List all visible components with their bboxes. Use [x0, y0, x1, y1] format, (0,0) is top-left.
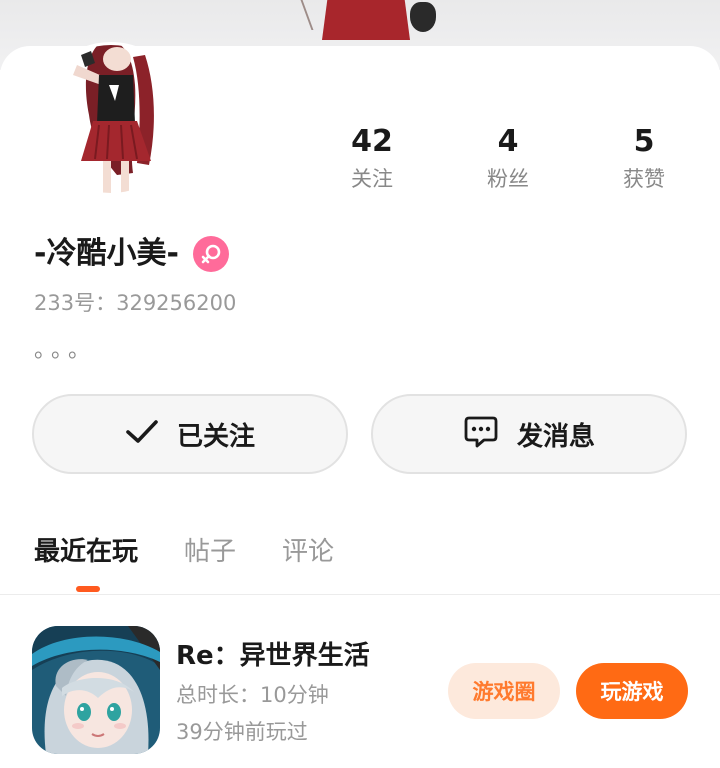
follow-button-label: 已关注 [176, 421, 255, 452]
game-title: Re：异世界生活 [176, 641, 370, 671]
tab-recently-played[interactable]: 最近在玩 [34, 532, 138, 572]
check-icon [125, 419, 159, 449]
profile-tabs: 最近在玩 帖子 评论 [34, 532, 380, 572]
game-list-item[interactable]: Re：异世界生活 总时长：10分钟 39分钟前玩过 游戏圈 玩游戏 [32, 626, 692, 756]
banner-figure-skirt [322, 0, 410, 40]
stat-following-label: 关注 [351, 167, 393, 191]
stat-following[interactable]: 42 关注 [322, 124, 422, 194]
play-game-button[interactable]: 玩游戏 [576, 663, 688, 719]
message-button-label: 发消息 [516, 421, 595, 452]
bio: 。。。 [34, 338, 97, 363]
message-button[interactable]: 发消息 [371, 394, 687, 474]
game-icon[interactable] [32, 626, 160, 754]
stat-fans-value: 4 [497, 124, 519, 159]
game-last-played: 39分钟前玩过 [176, 720, 308, 744]
user-id: 233号： 329256200 [34, 288, 236, 318]
stat-likes-value: 5 [633, 124, 655, 159]
profile-card: 42 关注 4 粉丝 5 获赞 -冷酷小美- 233号： 329256200 。… [0, 42, 720, 768]
game-playtime: 总时长：10分钟 [176, 683, 329, 707]
tab-active-indicator [76, 586, 100, 592]
follow-button[interactable]: 已关注 [32, 394, 348, 474]
tab-comments[interactable]: 评论 [282, 532, 334, 572]
stat-fans[interactable]: 4 粉丝 [458, 124, 558, 194]
nickname-row: -冷酷小美- [34, 234, 229, 274]
tab-posts[interactable]: 帖子 [184, 532, 236, 572]
stat-following-value: 42 [351, 124, 393, 159]
avatar[interactable] [34, 42, 188, 196]
stat-fans-label: 粉丝 [487, 167, 529, 191]
nickname: -冷酷小美- [34, 236, 179, 271]
game-circle-button[interactable]: 游戏圈 [448, 663, 560, 719]
tabs-divider [0, 594, 720, 595]
stat-likes-label: 获赞 [623, 167, 665, 191]
user-id-value: 329256200 [116, 291, 237, 315]
female-icon [192, 236, 229, 272]
user-id-label: 233号： [34, 291, 117, 315]
stat-likes[interactable]: 5 获赞 [594, 124, 694, 194]
banner-figure-arm [280, 0, 314, 30]
banner-figure-glove [410, 2, 436, 32]
chat-bubble-icon [463, 415, 499, 453]
